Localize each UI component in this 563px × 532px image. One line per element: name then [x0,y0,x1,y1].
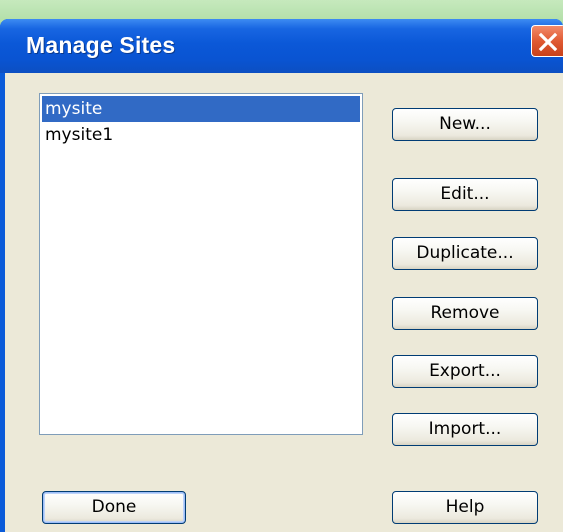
close-button[interactable] [531,25,563,57]
import-button[interactable]: Import... [392,413,538,446]
done-button[interactable]: Done [42,491,186,524]
site-list-item[interactable]: mysite1 [42,122,360,148]
export-button[interactable]: Export... [392,355,538,388]
sites-listbox[interactable]: mysite mysite1 [39,93,363,435]
edit-button[interactable]: Edit... [392,178,538,211]
new-button[interactable]: New... [392,108,538,141]
manage-sites-dialog: Manage Sites mysite mysite1 New... Edit.… [0,19,563,532]
duplicate-button[interactable]: Duplicate... [392,237,538,270]
dialog-title: Manage Sites [26,32,176,58]
remove-button[interactable]: Remove [392,297,538,330]
dialog-body: mysite mysite1 New... Edit... Duplicate.… [5,73,563,532]
close-icon [538,32,558,52]
site-list-item[interactable]: mysite [42,96,360,122]
help-button[interactable]: Help [392,491,538,524]
title-bar[interactable]: Manage Sites [0,19,563,73]
